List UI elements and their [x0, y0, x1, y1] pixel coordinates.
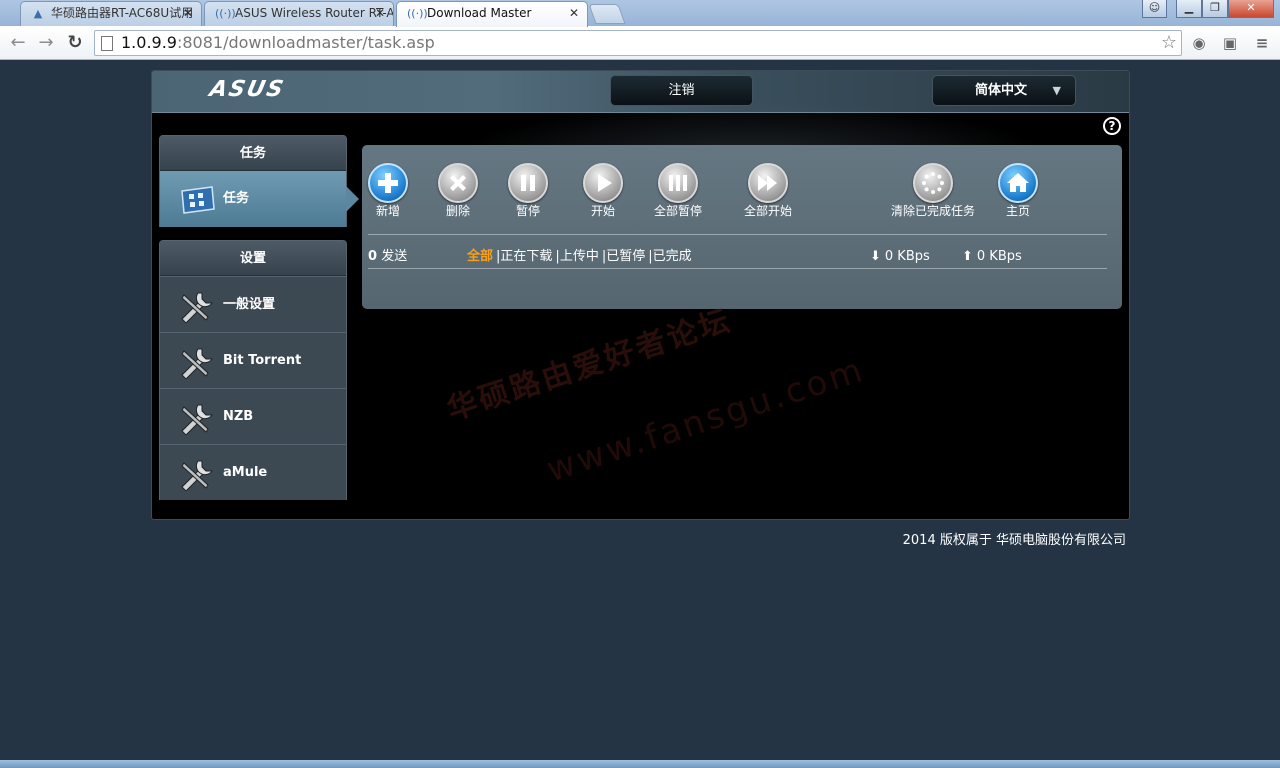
action-label: 清除已完成任务 — [890, 204, 975, 218]
play-all-icon — [748, 163, 788, 203]
action-label: 开始 — [590, 204, 615, 218]
back-button[interactable]: ← — [6, 31, 30, 55]
delete-task-button[interactable]: 删除 — [418, 163, 498, 219]
pause-all-icon — [658, 163, 698, 203]
home-icon — [998, 163, 1038, 203]
globe-icon[interactable]: ◉ — [1189, 33, 1209, 53]
browser-tab-1[interactable]: ▲ 华硕路由器RT-AC68U试用 ✕ — [20, 1, 202, 26]
bookmark-star-icon[interactable]: ☆ — [1161, 31, 1177, 55]
menu-icon[interactable]: ≡ — [1252, 33, 1272, 53]
divider — [368, 268, 1107, 269]
os-taskbar — [0, 760, 1280, 768]
upload-speed: ⬆ 0 KBps — [962, 249, 1022, 264]
sidebar-item-bittorrent[interactable]: Bit Torrent — [160, 332, 346, 388]
task-panel: 新增 删除 暂停 开始 全部暂停 全部开始 清除已完成任务 主页 0 发送 全部… — [362, 145, 1122, 309]
chevron-down-icon: ▼ — [1052, 84, 1061, 97]
browser-toolbar: ← → ↻ 1.0.9.9:8081/downloadmaster/task.a… — [0, 26, 1280, 60]
action-label: 新增 — [375, 204, 400, 218]
filter-all[interactable]: 全部 — [467, 249, 493, 264]
clear-completed-icon — [913, 163, 953, 203]
wrench-icon — [181, 292, 213, 323]
sidebar-item-label: 任务 — [223, 191, 250, 206]
sidebar-item-label: NZB — [223, 409, 254, 424]
forward-button[interactable]: → — [34, 31, 58, 55]
action-label: 全部暂停 — [653, 204, 702, 218]
menu-task-section: 任务 任务 — [159, 135, 359, 227]
add-task-button[interactable]: 新增 — [348, 163, 428, 219]
pause-all-button[interactable]: 全部暂停 — [638, 163, 718, 219]
download-speed: ⬇ 0 KBps — [870, 249, 930, 264]
filter-completed[interactable]: 已完成 — [653, 249, 692, 264]
task-status-row: 0 发送 全部 |正在下载 |上传中 |已暂停 |已完成 ⬇ 0 KBps ⬆ 0 KBps — [368, 246, 1107, 268]
user-icon[interactable]: ☺ — [1142, 0, 1167, 18]
task-board-icon — [181, 186, 215, 214]
tab-title: Download Master — [427, 6, 532, 20]
sidebar-item-nzb[interactable]: NZB — [160, 388, 346, 444]
filter-downloading[interactable]: 正在下载 — [500, 249, 552, 264]
help-icon[interactable]: ? — [1103, 117, 1121, 135]
action-label: 全部开始 — [743, 204, 792, 218]
start-task-button[interactable]: 开始 — [563, 163, 643, 219]
language-value: 简体中文 — [975, 83, 1028, 98]
arrow-up-icon: ⬆ — [962, 249, 973, 264]
sidebar-item-label: 一般设置 — [223, 297, 276, 312]
sidebar-item-task[interactable]: 任务 — [160, 171, 359, 227]
close-window-button[interactable]: ✕ — [1228, 0, 1274, 18]
minimize-button[interactable]: ▁ — [1176, 0, 1202, 18]
filter-paused[interactable]: 已暂停 — [606, 249, 645, 264]
browser-tab-2[interactable]: ((·)) ASUS Wireless Router RT-AC68U ✕ — [204, 1, 394, 26]
play-icon — [583, 163, 623, 203]
clear-completed-button[interactable]: 清除已完成任务 — [873, 163, 993, 219]
task-filters: 全部 |正在下载 |上传中 |已暂停 |已完成 — [467, 249, 692, 264]
menu-task-header: 任务 — [160, 136, 346, 171]
sidebar-item-general[interactable]: 一般设置 — [160, 276, 346, 332]
router-icon: ▲ — [33, 7, 43, 20]
new-tab-button[interactable] — [588, 4, 626, 24]
tab-title: ASUS Wireless Router RT-AC68U — [235, 6, 394, 20]
filter-uploading[interactable]: 上传中 — [560, 249, 599, 264]
copyright-footer: 2014 版权属于 华硕电脑股份有限公司 — [902, 533, 1126, 548]
page-icon — [101, 36, 113, 51]
pause-icon — [508, 163, 548, 203]
sidebar-item-label: aMule — [223, 465, 268, 480]
address-bar[interactable]: 1.0.9.9:8081/downloadmaster/task.asp ☆ — [94, 30, 1182, 56]
reload-button[interactable]: ↻ — [63, 31, 87, 55]
action-label: 主页 — [1005, 204, 1030, 218]
asus-logo: ASUS — [207, 77, 288, 102]
wrench-icon — [181, 348, 213, 379]
browser-tab-3[interactable]: ((·)) Download Master ✕ — [396, 1, 588, 27]
tab-close-icon[interactable]: ✕ — [375, 2, 385, 25]
browser-tabstrip: ▲ 华硕路由器RT-AC68U试用 ✕ ((·)) ASUS Wireless … — [0, 0, 1280, 27]
action-label: 删除 — [445, 204, 470, 218]
home-button[interactable]: 主页 — [978, 163, 1058, 219]
wrench-icon — [181, 460, 213, 491]
url-text: 1.0.9.9:8081/downloadmaster/task.asp — [121, 33, 435, 52]
add-icon — [368, 163, 408, 203]
extension-icon[interactable]: ▣ — [1220, 33, 1240, 53]
tab-close-icon[interactable]: ✕ — [569, 2, 579, 25]
menu-settings-header: 设置 — [160, 241, 346, 276]
task-count: 0 发送 — [368, 249, 408, 264]
maximize-button[interactable]: ❐ — [1202, 0, 1228, 18]
delete-icon — [438, 163, 478, 203]
start-all-button[interactable]: 全部开始 — [728, 163, 808, 219]
sidebar-item-label: Bit Torrent — [223, 353, 302, 368]
action-label: 暂停 — [515, 204, 540, 218]
arrow-down-icon: ⬇ — [870, 249, 881, 264]
sidebar-item-amule[interactable]: aMule — [160, 444, 346, 500]
wrench-icon — [181, 404, 213, 435]
wireless-icon: ((·)) — [215, 7, 236, 20]
pause-task-button[interactable]: 暂停 — [488, 163, 568, 219]
divider — [368, 234, 1107, 235]
wireless-icon: ((·)) — [407, 7, 428, 20]
tab-close-icon[interactable]: ✕ — [183, 2, 193, 25]
tab-title: 华硕路由器RT-AC68U试用 — [51, 6, 194, 20]
menu-settings-section: 设置 一般设置 Bit Torrent NZB aMule — [159, 240, 347, 500]
